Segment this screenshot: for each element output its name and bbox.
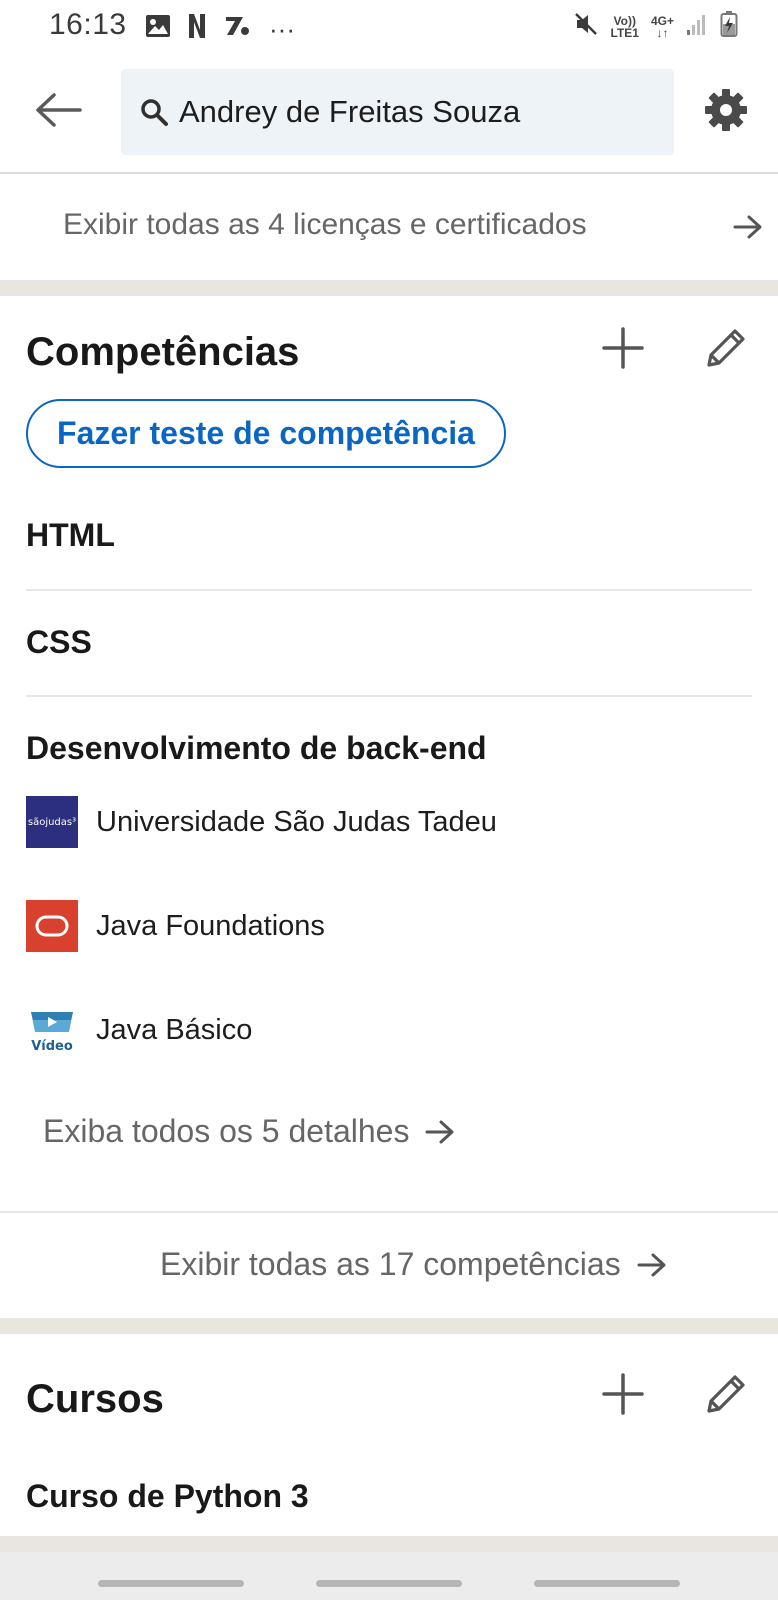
add-skill-button[interactable] [595, 322, 651, 378]
data-activity-text: ↓↑ [656, 25, 669, 40]
section-divider [0, 1211, 778, 1213]
arrow-right-icon [733, 214, 763, 245]
top-app-bar: Andrey de Freitas Souza [0, 56, 778, 174]
course-name[interactable]: Curso de Python 3 [26, 1478, 309, 1515]
all-licenses-link[interactable]: Exibir todas as 4 licenças e certificado… [0, 176, 778, 280]
courses-section-title: Cursos [26, 1377, 164, 1421]
skill-association-item[interactable]: Java Foundations [26, 900, 325, 952]
status-notification-icons: ··· [145, 12, 295, 45]
search-query-text: Andrey de Freitas Souza [179, 94, 521, 129]
network-indicator: 4G+ ↓↑ [651, 15, 674, 39]
section-separator [0, 1536, 778, 1552]
network-type-text: 4G+ [650, 13, 674, 28]
all-skills-link[interactable]: Exibir todas as 17 competências [160, 1246, 667, 1283]
search-input[interactable]: Andrey de Freitas Souza [121, 69, 674, 155]
skill-name[interactable]: Desenvolvimento de back-end [26, 730, 487, 767]
pencil-icon [703, 325, 749, 376]
arrow-right-icon [637, 1252, 667, 1278]
skill-name[interactable]: CSS [26, 624, 92, 661]
association-label: Universidade São Judas Tadeu [96, 805, 497, 838]
saojudas-logo-text: sãojudas³ [27, 816, 77, 828]
skill-divider [26, 695, 752, 697]
volte-bottom-text: LTE1 [610, 25, 639, 40]
search-icon [139, 97, 169, 127]
netflix-icon [187, 12, 207, 45]
all-skills-label: Exibir todas as 17 competências [160, 1246, 621, 1282]
section-separator [0, 280, 778, 296]
video-course-logo: Vídeo [26, 1004, 78, 1056]
system-back-button[interactable] [534, 1580, 680, 1587]
association-label: Java Foundations [96, 909, 325, 942]
skill-association-item[interactable]: sãojudas³ Universidade São Judas Tadeu [26, 796, 497, 848]
back-arrow-icon [34, 92, 82, 133]
status-system-icons: Vo)) LTE1 4G+ ↓↑ [573, 10, 738, 43]
gear-icon [703, 87, 749, 138]
take-skill-test-label: Fazer teste de competência [57, 415, 475, 451]
edit-courses-button[interactable] [698, 1368, 754, 1424]
battery-charging-icon [720, 10, 738, 43]
status-time: 16:13 [49, 8, 127, 41]
association-label: Java Básico [96, 1013, 253, 1046]
gallery-icon [145, 14, 171, 43]
oracle-logo [26, 900, 78, 952]
arrow-right-icon [425, 1119, 455, 1145]
skills-section-title: Competências [26, 330, 300, 374]
home-button[interactable] [316, 1580, 462, 1587]
signal-icon [686, 12, 708, 41]
add-course-button[interactable] [595, 1368, 651, 1424]
take-skill-test-button[interactable]: Fazer teste de competência [26, 399, 506, 468]
skill-divider [26, 589, 752, 591]
skill-name[interactable]: HTML [26, 517, 115, 554]
mute-icon [573, 11, 599, 42]
show-all-details-link[interactable]: Exiba todos os 5 detalhes [43, 1113, 455, 1150]
show-all-details-label: Exiba todos os 5 detalhes [43, 1113, 410, 1149]
skill-association-item[interactable]: Vídeo Java Básico [26, 1004, 252, 1056]
status-bar: 16:13 ··· Vo)) LTE1 4G+ ↓↑ [0, 0, 778, 56]
edit-skills-button[interactable] [698, 322, 754, 378]
plus-icon [602, 326, 644, 374]
volte-indicator: Vo)) LTE1 [611, 15, 639, 39]
recent-apps-button[interactable] [98, 1580, 244, 1587]
section-separator [0, 1318, 778, 1334]
back-button[interactable] [30, 86, 86, 138]
pencil-icon [703, 1371, 749, 1422]
more-notifications-icon: ··· [269, 13, 295, 44]
plus-icon [602, 1372, 644, 1420]
video-logo-text: Vídeo [31, 1039, 73, 1054]
app-notification-icon [223, 13, 253, 44]
all-licenses-label: Exibir todas as 4 licenças e certificado… [63, 208, 587, 241]
saojudas-logo: sãojudas³ [26, 796, 78, 848]
system-navigation-bar [0, 1552, 778, 1600]
settings-button[interactable] [702, 86, 750, 138]
volte-top-text: Vo)) [613, 13, 636, 28]
